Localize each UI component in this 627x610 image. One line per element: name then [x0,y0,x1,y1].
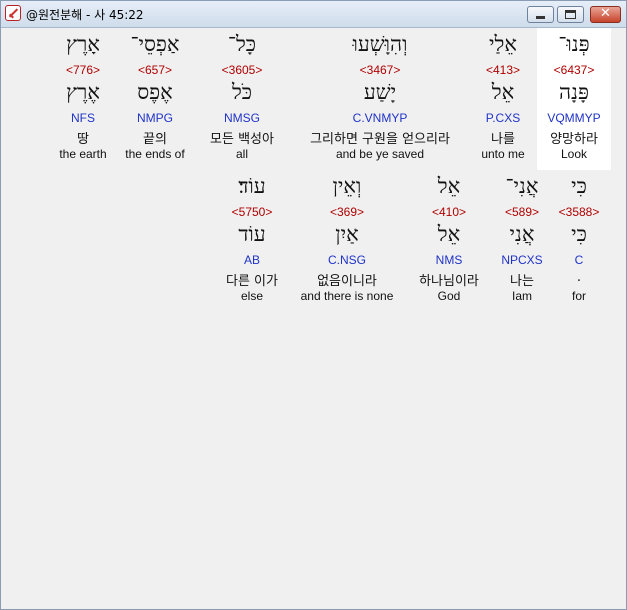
hebrew-surface: פְּנוּ־ [558,32,590,56]
morphology-code: NMS [435,253,463,267]
morphology-code: NMSG [224,111,260,125]
hebrew-lemma: כֹּל [231,80,253,104]
hebrew-lemma: עוֹד [238,222,266,246]
hebrew-surface: עוֹד׃ [238,174,266,198]
hebrew-lemma: פָּנָה [559,80,589,104]
hebrew-surface: כִּי [571,174,587,198]
korean-gloss: 모든 백성아 [210,132,274,147]
hebrew-lemma: יָשַׁע [363,80,397,104]
english-gloss: all [235,147,248,161]
word-column[interactable]: כָּל־ <3605> כֹּל NMSG 모든 백성아 all [199,28,285,170]
app-icon[interactable] [5,5,21,21]
word-column[interactable]: וְאֵין <369> אַיִן C.NSG 없음이니라 and there… [295,170,399,310]
morphology-code: NPCXS [501,253,543,267]
strong-number[interactable]: <6437> [537,63,611,77]
korean-gloss: 양망하라 [550,132,598,147]
hebrew-surface: וְהִוָּשְׁעוּ [352,32,408,56]
english-gloss: unto me [481,147,525,161]
morphology-code: NFS [71,111,95,125]
hebrew-lemma: כִּי [571,222,587,246]
hebrew-surface: וְאֵין [332,174,362,198]
word-column[interactable]: וְהִוָּשְׁעוּ <3467> יָשַׁע C.VNMYP 그리하면… [291,28,469,170]
english-gloss: Iam [511,289,532,303]
english-gloss: God [437,289,461,303]
word-column[interactable]: אַפְסֵי־ <657> אֶפֶס NMPG 끝의 the ends of [119,28,191,170]
korean-gloss: 나는 [510,274,534,289]
morphology-code: P.CXS [485,111,521,125]
hebrew-lemma: אַיִן [335,222,359,246]
english-gloss: for [571,289,586,303]
english-gloss: and there is none [300,289,394,303]
strong-number[interactable]: <3467> [291,63,469,77]
morphology-code: VQMMYP [547,111,601,125]
hebrew-surface: אֵל [437,174,461,198]
minimize-icon [536,16,545,19]
close-button[interactable]: ✕ [590,6,621,23]
strong-number[interactable]: <657> [119,63,191,77]
strong-number[interactable]: <413> [473,63,533,77]
korean-gloss: 그리하면 구원을 얻으리라 [310,132,450,147]
word-analysis-panel: פְּנוּ־ <6437> פָּנָה VQMMYP 양망하라 Look א… [5,28,621,606]
hebrew-surface: כָּל־ [227,32,257,56]
morphology-code: C.NSG [327,253,366,267]
minimize-button[interactable] [527,6,554,23]
strong-number[interactable]: <776> [53,63,113,77]
maximize-button[interactable] [557,6,584,23]
english-gloss: and be ye saved [335,147,425,161]
word-column[interactable]: כִּי <3588> כִּי C . for [549,170,609,310]
english-gloss: the earth [59,147,107,161]
strong-number[interactable]: <3605> [199,63,285,77]
strong-number[interactable]: <589> [491,205,553,219]
hebrew-surface: אַפְסֵי־ [130,32,180,56]
korean-gloss: 끝의 [143,132,167,147]
morphology-code: C.VNMYP [352,111,408,125]
hebrew-surface: אֵלַי [489,32,517,56]
strong-number[interactable]: <3588> [549,205,609,219]
korean-gloss: 하나님이라 [419,274,479,289]
english-gloss: Look [560,147,588,161]
hebrew-surface: אֲנִי־ [505,174,539,198]
morphology-code: NMPG [137,111,173,125]
hebrew-lemma: אֵל [437,222,461,246]
korean-gloss: . [576,270,582,285]
morphology-code: AB [243,253,260,267]
word-column[interactable]: אָרֶץ <776> אֶרֶץ NFS 땅 the earth [53,28,113,170]
word-column[interactable]: עוֹד׃ <5750> עוֹד AB 다른 이가 else [213,170,291,310]
word-column[interactable]: אֵלַי <413> אֵל P.CXS 나를 unto me [473,28,533,170]
close-icon: ✕ [600,6,611,21]
english-gloss: the ends of [125,147,185,161]
word-column[interactable]: אֲנִי־ <589> אֲנִי NPCXS 나는 Iam [491,170,553,310]
strong-number[interactable]: <5750> [213,205,291,219]
hebrew-surface: אָרֶץ [66,32,100,56]
maximize-icon [565,10,576,19]
morphology-code: C [574,253,584,267]
strong-number[interactable]: <410> [407,205,491,219]
hebrew-lemma: אֵל [491,80,515,104]
hebrew-lemma: אֲנִי [509,222,535,246]
english-gloss: else [240,289,263,303]
title-bar[interactable]: @원전분해 - 사 45:22 ✕ [1,1,626,28]
korean-gloss: 없음이니라 [317,274,377,289]
korean-gloss: 다른 이가 [226,274,278,289]
hebrew-lemma: אֶרֶץ [66,80,100,104]
word-column[interactable]: אֵל <410> אֵל NMS 하나님이라 God [407,170,491,310]
korean-gloss: 땅 [77,132,89,147]
hebrew-lemma: אֶפֶס [137,80,173,104]
strong-number[interactable]: <369> [295,205,399,219]
word-column[interactable]: פְּנוּ־ <6437> פָּנָה VQMMYP 양망하라 Look [537,28,611,170]
app-window: @원전분해 - 사 45:22 ✕ פְּנוּ־ <6437> פָּנָה … [0,0,627,610]
korean-gloss: 나를 [491,132,515,147]
window-title: @원전분해 - 사 45:22 [26,8,144,22]
